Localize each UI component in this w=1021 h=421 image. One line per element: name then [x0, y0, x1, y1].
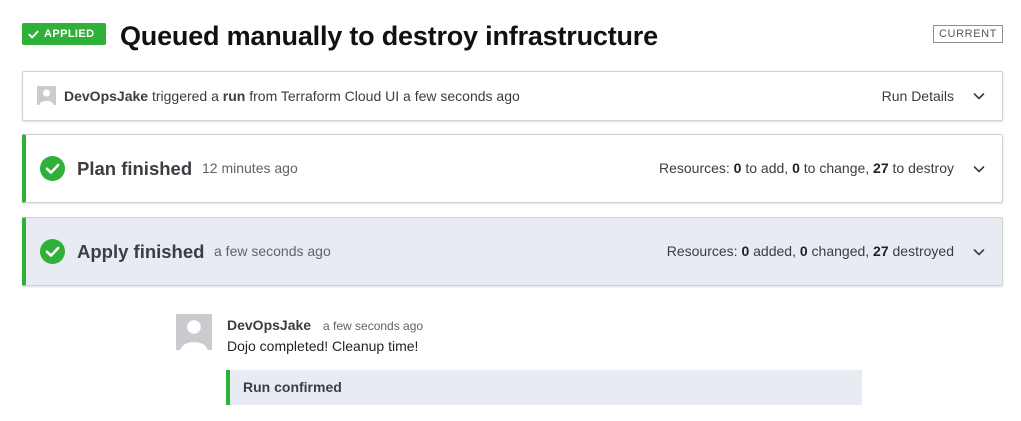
status-badge-label: APPLIED: [44, 28, 95, 40]
plan-title: Plan finished: [77, 158, 193, 179]
comment-user-avatar: [176, 314, 212, 350]
apply-resources: Resources: 0 added, 0 changed, 27 destro…: [667, 218, 954, 285]
resources-label: Resources:: [666, 243, 738, 259]
run-header: APPLIED Queued manually to destroy infra…: [22, 18, 1003, 54]
check-circle-icon: [40, 156, 65, 181]
apply-stage-card[interactable]: Apply finished a few seconds ago Resourc…: [22, 217, 1003, 286]
plan-resources: Resources: 0 to add, 0 to change, 27 to …: [659, 135, 954, 202]
run-user-link[interactable]: DevOpsJake: [64, 88, 148, 104]
chevron-down-icon[interactable]: [972, 89, 986, 103]
run-source-text: from Terraform Cloud UI a few seconds ag…: [249, 88, 520, 104]
chevron-down-icon[interactable]: [972, 245, 986, 259]
plan-change-text: to change,: [803, 160, 870, 176]
apply-added-text: added,: [753, 243, 796, 259]
plan-destroy-text: to destroy: [892, 160, 954, 176]
run-triggered-text: triggered a: [151, 88, 219, 104]
plan-add-text: to add,: [745, 160, 789, 176]
plan-add-count: 0: [733, 160, 742, 176]
apply-destroyed-count: 27: [873, 243, 889, 259]
user-avatar: [37, 86, 56, 105]
check-icon: [28, 30, 39, 38]
comment-body: Dojo completed! Cleanup time!: [227, 338, 419, 354]
page-title: Queued manually to destroy infrastructur…: [120, 21, 658, 51]
apply-time: a few seconds ago: [214, 243, 331, 259]
run-trigger-text: DevOpsJake triggered a run from Terrafor…: [64, 72, 520, 120]
plan-destroy-count: 27: [873, 160, 889, 176]
apply-destroyed-text: destroyed: [892, 243, 954, 259]
apply-changed-count: 0: [799, 243, 808, 259]
resources-label: Resources:: [658, 160, 730, 176]
comment-author[interactable]: DevOpsJake: [227, 317, 311, 333]
status-badge-applied: APPLIED: [22, 23, 106, 45]
run-confirmed-event: Run confirmed: [226, 370, 862, 405]
check-circle-icon: [40, 239, 65, 264]
current-badge: CURRENT: [933, 25, 1003, 43]
chevron-down-icon[interactable]: [972, 162, 986, 176]
apply-changed-text: changed,: [811, 243, 870, 259]
comment-time: a few seconds ago: [323, 319, 424, 333]
run-confirmed-label: Run confirmed: [243, 379, 342, 395]
run-word: run: [222, 88, 246, 104]
plan-time: 12 minutes ago: [202, 160, 298, 176]
run-details-label[interactable]: Run Details: [882, 72, 954, 120]
apply-added-count: 0: [741, 243, 750, 259]
plan-change-count: 0: [792, 160, 800, 176]
apply-title: Apply finished: [77, 241, 205, 262]
plan-stage-card[interactable]: Plan finished 12 minutes ago Resources: …: [22, 134, 1003, 203]
run-details-card[interactable]: DevOpsJake triggered a run from Terrafor…: [22, 71, 1003, 121]
